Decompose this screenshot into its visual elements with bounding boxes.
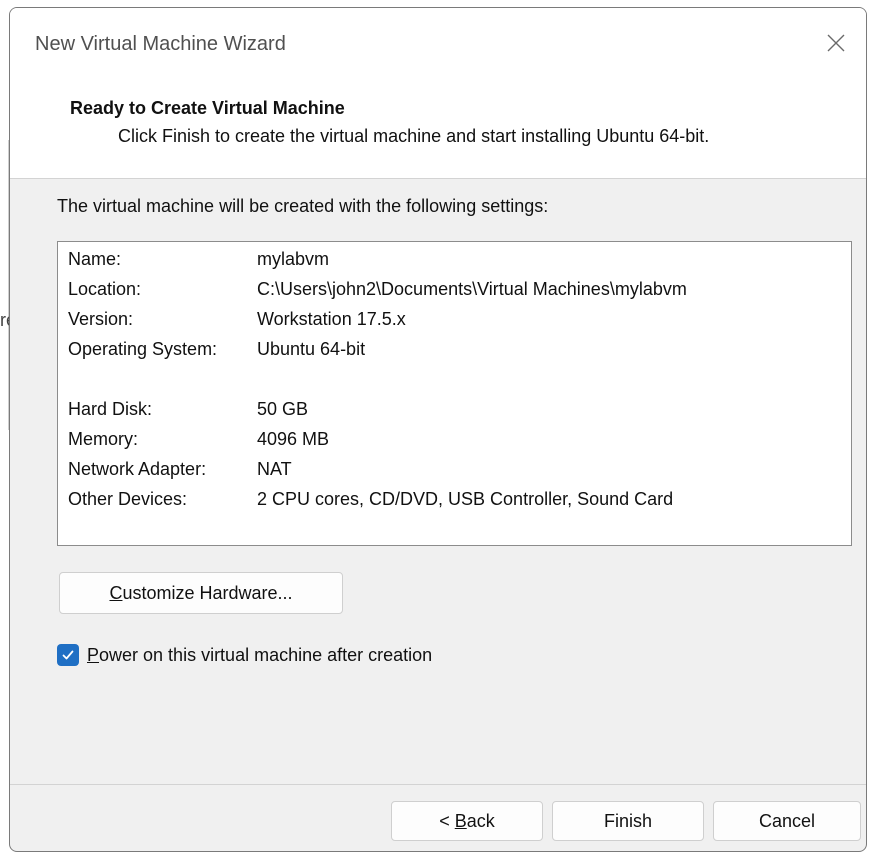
setting-value: 50 GB [257, 399, 309, 419]
button-mnemonic: C [109, 582, 123, 603]
setting-value: Ubuntu 64-bit [257, 339, 366, 359]
checkmark-icon [62, 650, 74, 660]
setting-value: 2 CPU cores, CD/DVD, USB Controller, Sou… [257, 489, 674, 509]
wizard-dialog: New Virtual Machine Wizard Ready to Crea… [9, 7, 867, 852]
setting-row-hard-disk: Hard Disk: 50 GB [68, 399, 308, 420]
setting-label: Network Adapter: [68, 459, 207, 479]
power-on-option[interactable]: Power on this virtual machine after crea… [57, 644, 432, 666]
setting-row-location: Location: C:\Users\john2\Documents\Virtu… [68, 279, 687, 300]
setting-row-network-adapter: Network Adapter: NAT [68, 459, 292, 480]
settings-intro-text: The virtual machine will be created with… [57, 196, 549, 216]
back-button[interactable]: < Back [391, 801, 543, 841]
setting-row-name: Name: mylabvm [68, 249, 329, 270]
setting-value: NAT [257, 459, 292, 479]
title-bar[interactable]: New Virtual Machine Wizard [10, 8, 866, 80]
setting-row-memory: Memory: 4096 MB [68, 429, 329, 450]
setting-label: Hard Disk: [68, 399, 153, 419]
cancel-button[interactable]: Cancel [713, 801, 861, 841]
footer-divider [10, 784, 866, 785]
power-on-checkbox[interactable] [57, 644, 79, 666]
setting-label: Version: [68, 309, 134, 329]
setting-label: Location: [68, 279, 142, 299]
back-label: ack [466, 810, 495, 831]
setting-row-other-devices: Other Devices: 2 CPU cores, CD/DVD, USB … [68, 489, 673, 510]
wizard-header: Ready to Create Virtual Machine Click Fi… [10, 80, 866, 179]
customize-hardware-button[interactable]: Customize Hardware... [59, 572, 343, 614]
window-title: New Virtual Machine Wizard [35, 33, 286, 55]
back-mnemonic: B [454, 810, 467, 831]
back-prefix: < [439, 810, 455, 831]
page-title: Ready to Create Virtual Machine [70, 98, 345, 118]
setting-label: Name: [68, 249, 122, 269]
setting-row-version: Version: Workstation 17.5.x [68, 309, 406, 330]
setting-value: mylabvm [257, 249, 330, 269]
finish-button[interactable]: Finish [552, 801, 704, 841]
setting-value: C:\Users\john2\Documents\Virtual Machine… [257, 279, 687, 299]
setting-label: Memory: [68, 429, 139, 449]
close-icon [827, 34, 845, 52]
setting-label: Other Devices: [68, 489, 188, 509]
settings-summary-box: Name: mylabvm Location: C:\Users\john2\D… [57, 241, 852, 546]
page-subtitle: Click Finish to create the virtual machi… [118, 126, 710, 146]
setting-label: Operating System: [68, 339, 218, 359]
close-button[interactable] [806, 18, 866, 68]
power-on-label: ower on this virtual machine after creat… [99, 644, 433, 665]
setting-value: Workstation 17.5.x [257, 309, 406, 329]
checkbox-mnemonic: P [87, 644, 100, 665]
button-label: ustomize Hardware... [122, 582, 293, 603]
setting-value: 4096 MB [257, 429, 330, 449]
setting-row-operating-system: Operating System: Ubuntu 64-bit [68, 339, 365, 360]
